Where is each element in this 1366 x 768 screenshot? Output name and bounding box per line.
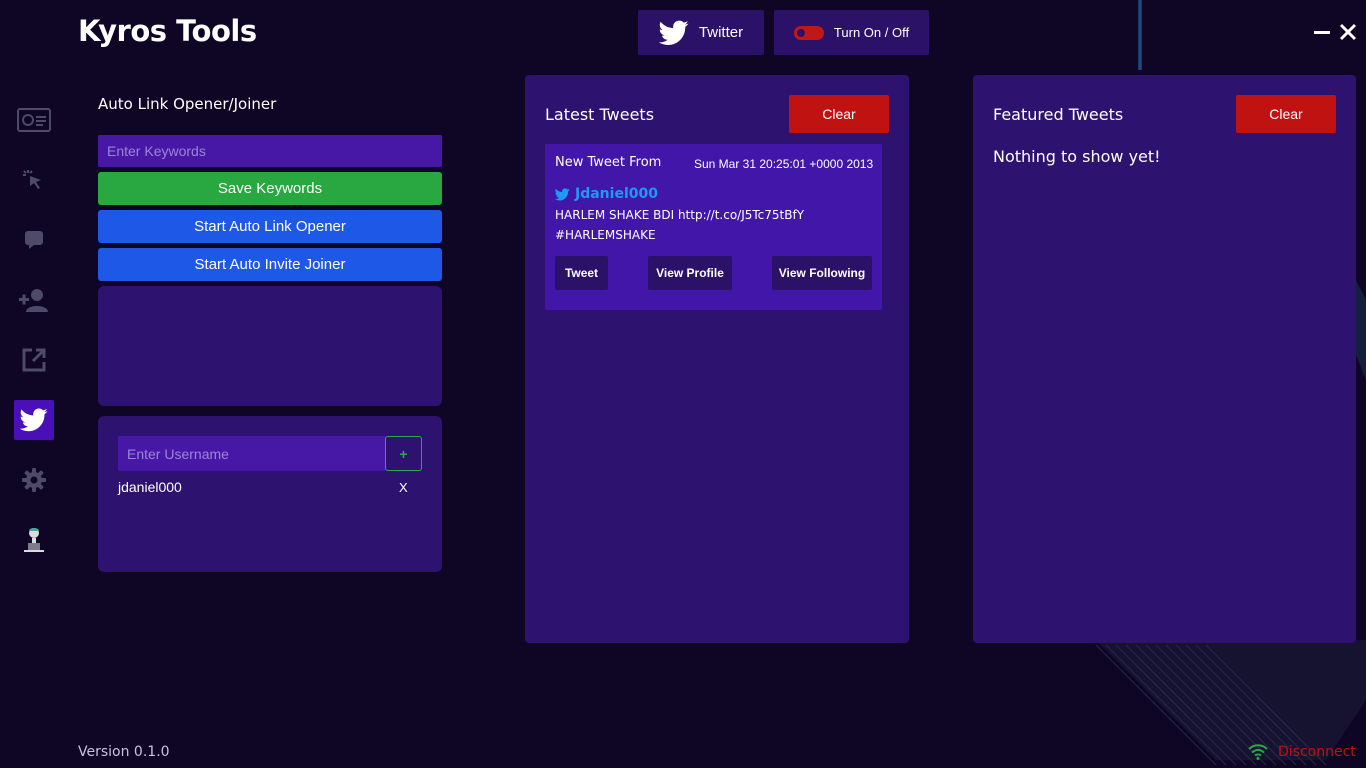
sidebar-item-twitter[interactable]	[14, 400, 54, 440]
sidebar-item-auto-click[interactable]	[14, 160, 54, 200]
cursor-click-icon	[23, 170, 41, 189]
remove-user-button[interactable]: X	[399, 480, 408, 495]
latest-tweets-panel: Latest Tweets Clear New Tweet From Sun M…	[525, 75, 909, 643]
twitter-icon	[658, 20, 689, 45]
sidebar	[14, 100, 54, 580]
tweet-text-line-1: HARLEM SHAKE BDI http://t.co/J5Tc75tBfY	[555, 208, 805, 222]
tweet-text-line-2: #HARLEMSHAKE	[555, 228, 656, 242]
sidebar-item-chat[interactable]	[14, 220, 54, 260]
clear-latest-button[interactable]: Clear	[789, 95, 889, 133]
twitter-button[interactable]: Twitter	[638, 10, 764, 55]
version-label: Version 0.1.0	[78, 744, 170, 760]
twitter-button-label: Twitter	[698, 24, 744, 41]
wifi-icon	[1248, 744, 1268, 760]
external-link-icon	[22, 348, 46, 372]
twitter-icon	[555, 187, 570, 200]
disconnect-label: Disconnect	[1278, 744, 1356, 760]
toggle-switch[interactable]	[793, 25, 824, 40]
tweet-heading: New Tweet From	[555, 155, 662, 170]
tweet-timestamp: Sun Mar 31 20:25:01 +0000 2013	[694, 157, 874, 171]
sidebar-item-add-user[interactable]	[14, 280, 54, 320]
clear-featured-button[interactable]: Clear	[1236, 95, 1336, 133]
featured-tweets-panel: Featured Tweets Clear Nothing to show ye…	[973, 75, 1356, 643]
add-user-icon	[19, 289, 48, 312]
sidebar-item-settings[interactable]	[14, 460, 54, 500]
featured-tweets-title: Featured Tweets	[993, 105, 1124, 124]
sidebar-item-dashboard[interactable]	[14, 100, 54, 140]
app-title: Kyros Tools	[78, 14, 257, 48]
twitter-icon	[20, 408, 48, 432]
disconnect-button[interactable]: Disconnect	[1248, 744, 1356, 760]
view-profile-button[interactable]: View Profile	[648, 256, 732, 290]
toggle-label: Turn On / Off	[833, 25, 910, 40]
gear-icon	[22, 468, 46, 492]
sidebar-item-links[interactable]	[14, 340, 54, 380]
start-invite-joiner-button[interactable]: Start Auto Invite Joiner	[98, 248, 442, 281]
sidebar-item-account[interactable]	[14, 520, 54, 560]
close-icon[interactable]	[1339, 20, 1357, 49]
tweet-username: Jdaniel000	[575, 186, 658, 202]
start-link-opener-button[interactable]: Start Auto Link Opener	[98, 210, 442, 243]
keywords-input[interactable]	[98, 135, 442, 167]
tweet-user-link[interactable]: Jdaniel000	[555, 186, 658, 202]
save-keywords-button[interactable]: Save Keywords	[98, 172, 442, 205]
empty-message: Nothing to show yet!	[993, 147, 1161, 166]
dashboard-icon	[17, 108, 51, 132]
power-toggle[interactable]: Turn On / Off	[774, 10, 929, 55]
add-user-button[interactable]: +	[385, 436, 422, 471]
minimize-icon[interactable]	[1314, 20, 1330, 49]
user-laptop-icon	[24, 528, 44, 552]
section-title: Auto Link Opener/Joiner	[98, 95, 277, 113]
latest-tweets-title: Latest Tweets	[545, 105, 655, 124]
tweet-card: New Tweet From Sun Mar 31 20:25:01 +0000…	[545, 144, 882, 310]
tweet-button[interactable]: Tweet	[555, 256, 608, 290]
log-panel	[98, 286, 442, 406]
username-input[interactable]	[118, 436, 386, 471]
list-item-username: jdaniel000	[118, 479, 182, 495]
chat-bubble-icon	[25, 231, 43, 249]
view-following-button[interactable]: View Following	[772, 256, 872, 290]
